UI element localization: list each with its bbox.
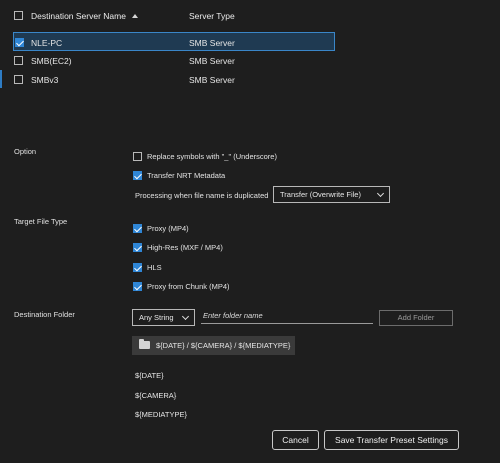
add-folder-button[interactable]: Add Folder bbox=[379, 310, 453, 326]
proxy-checkbox[interactable] bbox=[133, 224, 142, 233]
transfer-nrt-checkbox[interactable] bbox=[133, 171, 142, 180]
replace-symbols-label: Replace symbols with "_" (Underscore) bbox=[147, 152, 277, 161]
select-all-checkbox[interactable] bbox=[14, 11, 23, 20]
token-camera[interactable]: ${CAMERA} bbox=[135, 391, 176, 400]
save-preset-button[interactable]: Save Transfer Preset Settings bbox=[324, 430, 459, 450]
token-mediatype[interactable]: ${MEDIATYPE} bbox=[135, 410, 187, 419]
folder-name-input[interactable]: Enter folder name bbox=[201, 309, 373, 324]
cancel-button[interactable]: Cancel bbox=[272, 430, 319, 450]
sort-ascending-icon[interactable] bbox=[132, 14, 138, 18]
folder-type-select[interactable]: Any String bbox=[132, 309, 195, 326]
folder-icon bbox=[139, 339, 150, 349]
folder-path: ${DATE} / ${CAMERA} / ${MEDIATYPE} bbox=[156, 341, 291, 350]
transfer-nrt-label: Transfer NRT Metadata bbox=[147, 171, 226, 180]
server-type: SMB Server bbox=[189, 75, 235, 85]
duplicate-processing-value: Transfer (Overwrite File) bbox=[280, 190, 361, 199]
proxy-chunk-label: Proxy from Chunk (MP4) bbox=[147, 282, 230, 291]
option-label: Option bbox=[14, 147, 37, 156]
row-checkbox[interactable] bbox=[14, 56, 23, 65]
folder-path-bar: ${DATE} / ${CAMERA} / ${MEDIATYPE} bbox=[132, 336, 295, 355]
server-name: SMBv3 bbox=[31, 75, 59, 85]
row-checkbox[interactable] bbox=[14, 75, 23, 84]
server-type: SMB Server bbox=[189, 38, 235, 48]
proxy-chunk-checkbox[interactable] bbox=[133, 282, 142, 291]
replace-symbols-checkbox[interactable] bbox=[133, 152, 142, 161]
table-header: Destination Server Name Server Type bbox=[0, 6, 500, 25]
proxy-label: Proxy (MP4) bbox=[147, 224, 189, 233]
column-header-type[interactable]: Server Type bbox=[189, 11, 235, 21]
server-type: SMB Server bbox=[189, 56, 235, 66]
table-row[interactable]: NLE-PC SMB Server bbox=[13, 32, 335, 51]
chevron-down-icon bbox=[376, 189, 385, 198]
duplicate-processing-select[interactable]: Transfer (Overwrite File) bbox=[273, 186, 390, 203]
destination-folder-label: Destination Folder bbox=[14, 310, 75, 319]
folder-type-value: Any String bbox=[139, 313, 174, 322]
hls-label: HLS bbox=[147, 263, 162, 272]
server-name: NLE-PC bbox=[31, 38, 63, 48]
hls-checkbox[interactable] bbox=[133, 263, 142, 272]
table-row[interactable]: SMB(EC2) SMB Server bbox=[0, 51, 500, 70]
chevron-down-icon bbox=[181, 312, 190, 321]
column-header-name[interactable]: Destination Server Name bbox=[31, 11, 126, 21]
row-checkbox[interactable] bbox=[15, 38, 24, 47]
server-name: SMB(EC2) bbox=[31, 56, 72, 66]
token-date[interactable]: ${DATE} bbox=[135, 371, 164, 380]
highres-label: High-Res (MXF / MP4) bbox=[147, 243, 223, 252]
target-file-type-label: Target File Type bbox=[14, 217, 68, 226]
duplicate-processing-label: Processing when file name is duplicated bbox=[135, 191, 269, 200]
folder-name-placeholder: Enter folder name bbox=[203, 311, 263, 320]
table-row[interactable]: SMBv3 SMB Server bbox=[0, 70, 500, 89]
highres-checkbox[interactable] bbox=[133, 243, 142, 252]
